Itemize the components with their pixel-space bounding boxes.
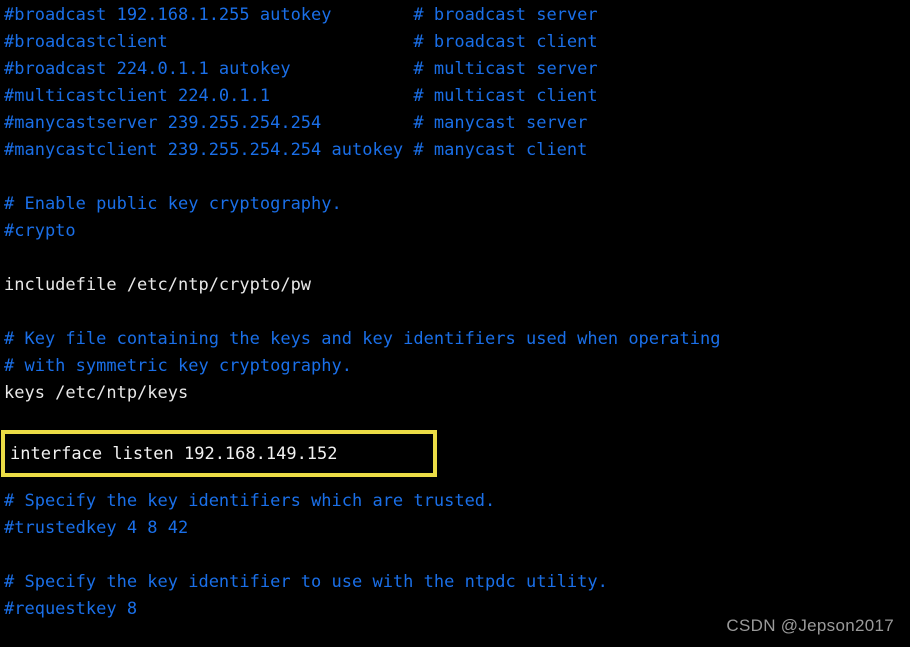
code-line: includefile /etc/ntp/crypto/pw	[4, 275, 312, 295]
code-line: # with symmetric key cryptography.	[4, 356, 352, 376]
code-line: keys /etc/ntp/keys	[4, 383, 189, 403]
code-line: # Specify the key identifier to use with…	[4, 572, 608, 592]
code-line: #multicastclient 224.0.1.1 # multicast c…	[4, 86, 598, 106]
watermark-label: CSDN @Jepson2017	[726, 616, 894, 635]
code-line: #manycastserver 239.255.254.254 # manyca…	[4, 113, 588, 133]
code-line: #broadcast 224.0.1.1 autokey # multicast…	[4, 59, 598, 79]
interface-listen-line[interactable]: interface listen 192.168.149.152	[10, 441, 338, 468]
code-line: # Enable public key cryptography.	[4, 194, 342, 214]
code-line: #crypto	[4, 221, 76, 241]
code-line: #broadcast 192.168.1.255 autokey # broad…	[4, 5, 598, 25]
terminal-screen: #broadcast 192.168.1.255 autokey # broad…	[0, 0, 910, 647]
code-line: # Key file containing the keys and key i…	[4, 329, 721, 349]
code-line: # Specify the key identifiers which are …	[4, 491, 496, 511]
code-line: #trustedkey 4 8 42	[4, 518, 189, 538]
code-line: #broadcastclient # broadcast client	[4, 32, 598, 52]
code-line: #manycastclient 239.255.254.254 autokey …	[4, 140, 588, 160]
config-file-text[interactable]: #broadcast 192.168.1.255 autokey # broad…	[4, 2, 910, 623]
